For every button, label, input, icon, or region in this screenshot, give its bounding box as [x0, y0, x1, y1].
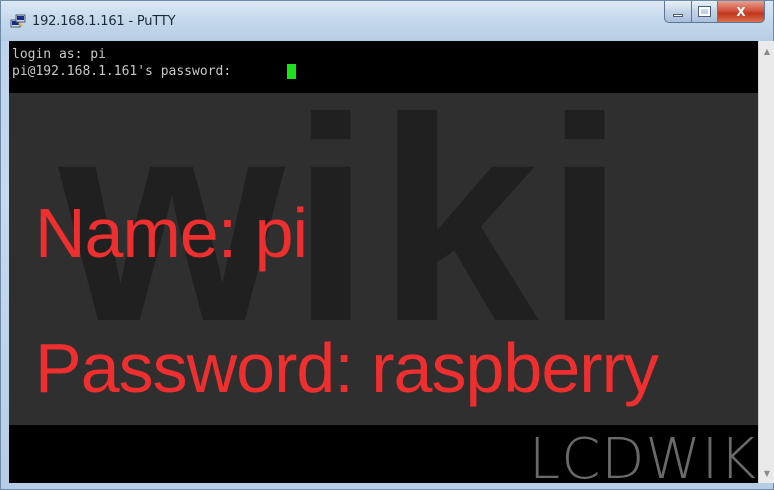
close-button[interactable]: X	[717, 1, 765, 23]
terminal-screen[interactable]: login as: pi pi@192.168.1.161's password…	[9, 41, 758, 483]
maximize-icon	[698, 6, 711, 17]
credentials-overlay: wiki Name: pi Password: raspberry	[9, 75, 758, 425]
window-title: 192.168.1.161 - PuTTY	[32, 14, 176, 29]
vertical-scrollbar[interactable]: ▲ ▼	[758, 41, 774, 483]
putty-icon	[10, 14, 26, 28]
maximize-button[interactable]	[691, 1, 718, 23]
lcdwiki-logo-watermark: LCDWIKI	[529, 427, 758, 483]
scroll-down-arrow-icon[interactable]: ▼	[759, 465, 774, 481]
putty-window: 192.168.1.161 - PuTTY X login as: pi pi@…	[0, 0, 774, 490]
close-icon: X	[736, 4, 746, 19]
title-bar[interactable]: 192.168.1.161 - PuTTY X	[1, 1, 773, 41]
minimize-button[interactable]	[664, 1, 692, 23]
minimize-icon	[673, 14, 683, 17]
password-caption: Password: raspberry	[35, 329, 659, 407]
username-caption: Name: pi	[35, 194, 308, 272]
scroll-up-arrow-icon[interactable]: ▲	[759, 43, 774, 59]
